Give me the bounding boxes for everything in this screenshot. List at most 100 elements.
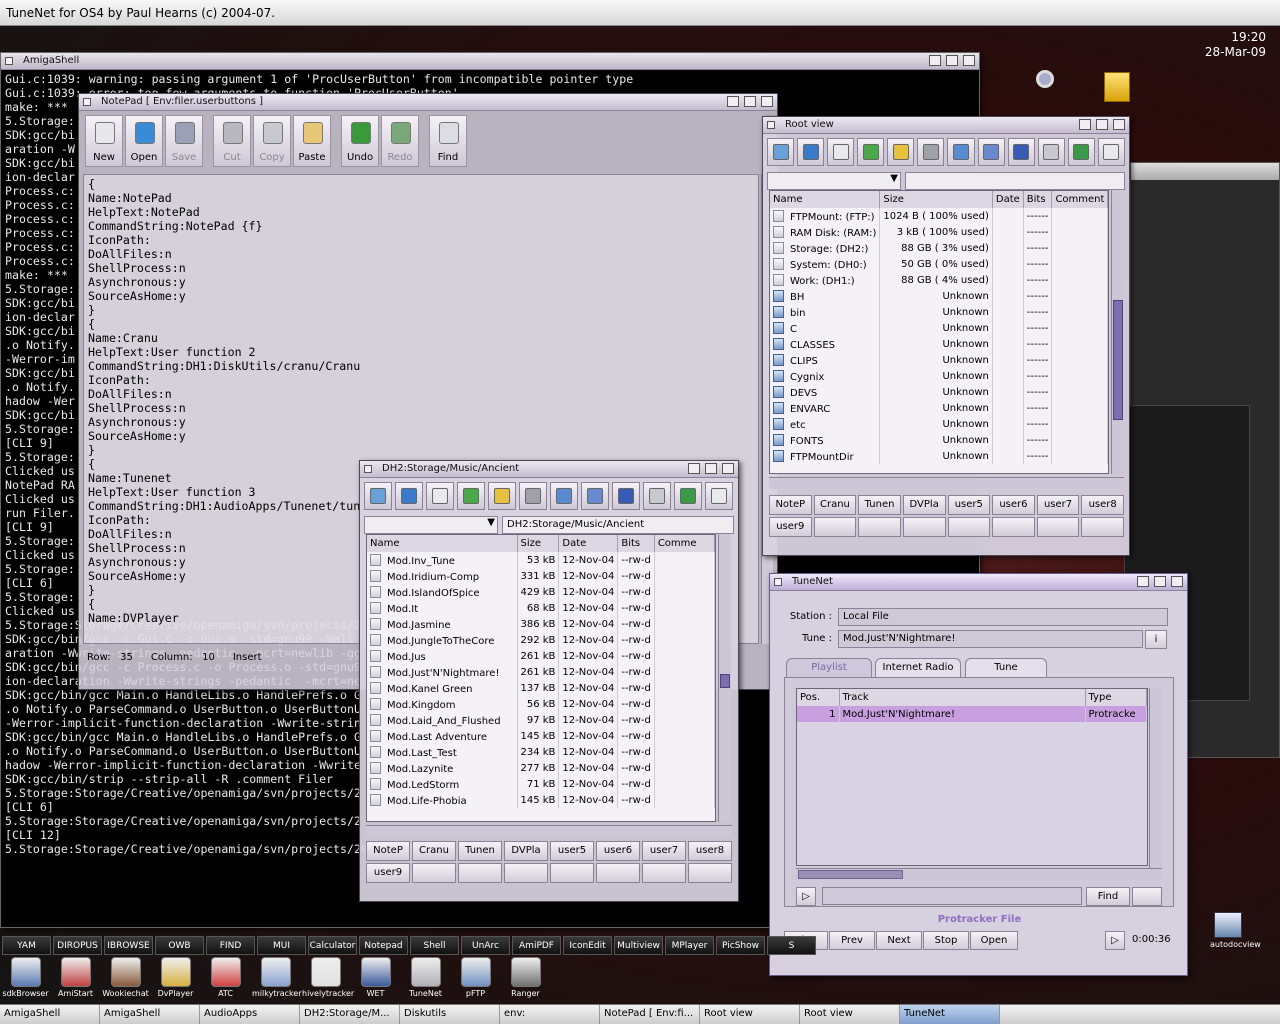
close-icon[interactable] bbox=[5, 57, 13, 65]
window-button[interactable] bbox=[977, 138, 1005, 166]
table-row[interactable]: Mod.JungleToTheCore 292 kB 12-Nov-04 --rw-d bbox=[367, 632, 715, 648]
new-drawer-button[interactable] bbox=[827, 138, 855, 166]
scroll-knob[interactable] bbox=[720, 674, 730, 688]
depth-icon[interactable] bbox=[1113, 119, 1125, 130]
taskbar-item[interactable]: Diskutils bbox=[400, 1005, 500, 1024]
user-button-user6[interactable]: user6 bbox=[992, 495, 1035, 515]
undo-button[interactable]: Undo bbox=[341, 115, 379, 167]
user-button-user7[interactable]: user7 bbox=[642, 841, 686, 861]
find-extra-button[interactable] bbox=[1132, 887, 1162, 906]
taskbar-item[interactable]: TuneNet bbox=[900, 1005, 1000, 1024]
music-folder-list[interactable]: Name Size Date Bits Comme Mod.Inv_Tune 53 kB 1… bbox=[366, 534, 716, 822]
dock-item-mplayer[interactable]: MPlayer bbox=[665, 936, 714, 955]
dock-item-find[interactable]: FIND bbox=[206, 936, 255, 955]
table-row[interactable]: FTPMount: (FTP:) 1024 B ( 100% used) -----… bbox=[770, 208, 1108, 224]
table-row[interactable]: Work: (DH1:) 88 GB ( 4% used) ------ bbox=[770, 272, 1108, 288]
copy-button[interactable]: Copy bbox=[253, 115, 291, 167]
dock-item-ibrowse[interactable]: IBROWSE bbox=[104, 936, 153, 955]
user-button-tunen[interactable]: Tunen bbox=[458, 841, 502, 861]
playlist-hscroll[interactable] bbox=[796, 868, 1162, 880]
dock-item-shell[interactable]: Shell bbox=[410, 936, 459, 955]
table-row[interactable]: etc Unknown ------ bbox=[770, 416, 1108, 432]
depth-icon[interactable] bbox=[1171, 576, 1183, 587]
table-row[interactable]: Mod.Just'N'Nightmare! 261 kB 12-Nov-04 --rw… bbox=[367, 664, 715, 680]
playlist-table[interactable]: Pos. Track Type 1 Mod.Just'N'Nightmare! Pr… bbox=[796, 688, 1148, 866]
new-drawer-button[interactable] bbox=[426, 482, 454, 510]
dock-item-unarc[interactable]: UnArc bbox=[461, 936, 510, 955]
user-button-user7[interactable]: user7 bbox=[1036, 495, 1080, 515]
scroll-knob[interactable] bbox=[1113, 300, 1123, 420]
parent-button[interactable] bbox=[364, 482, 392, 510]
zoom-icon[interactable] bbox=[946, 55, 958, 66]
playlist-row[interactable]: 1 Mod.Just'N'Nightmare! Protracke bbox=[797, 706, 1147, 722]
play-small-button[interactable]: ▷ bbox=[796, 887, 816, 906]
col-comme[interactable]: Comme bbox=[654, 535, 715, 552]
history-dropdown[interactable] bbox=[364, 516, 498, 534]
table-row[interactable]: Mod.It 68 kB 12-Nov-04 --rw-d bbox=[367, 600, 715, 616]
hash-button[interactable] bbox=[1097, 138, 1125, 166]
table-row[interactable]: Mod.IslandOfSpice 429 kB 12-Nov-04 --rw-d bbox=[367, 584, 715, 600]
zoom-icon[interactable] bbox=[1154, 576, 1166, 587]
col-bits[interactable]: Bits bbox=[1023, 191, 1053, 208]
dock-app-wet[interactable]: WET bbox=[352, 956, 399, 1000]
taskbar-item[interactable]: Root view bbox=[700, 1005, 800, 1024]
root-button[interactable] bbox=[797, 138, 825, 166]
taskbar-item[interactable]: NotePad [ Env:fi... bbox=[600, 1005, 700, 1024]
user-button-empty[interactable] bbox=[902, 517, 946, 537]
iconify-icon[interactable] bbox=[688, 463, 700, 474]
root-button[interactable] bbox=[395, 482, 423, 510]
user-button-empty[interactable] bbox=[550, 863, 594, 883]
root-view-list[interactable]: Name Size Date Bits Comment FTPMount: (FTP:)… bbox=[769, 190, 1109, 474]
taskbar-item[interactable]: Root view bbox=[800, 1005, 900, 1024]
select-button[interactable] bbox=[488, 482, 516, 510]
user-button-notep[interactable]: NoteP bbox=[366, 841, 410, 861]
zoom-icon[interactable] bbox=[1096, 119, 1108, 130]
dock-app-hivelytracker[interactable]: hivelytracker bbox=[302, 956, 354, 1000]
dock-item-amipdf[interactable]: AmiPDF bbox=[512, 936, 561, 955]
root-view-hscroll[interactable] bbox=[769, 477, 1124, 489]
shell-title-bar[interactable]: AmigaShell bbox=[1, 53, 979, 70]
dock-item-yam[interactable]: YAM bbox=[2, 936, 51, 955]
user-button-user8[interactable]: user8 bbox=[688, 841, 732, 861]
dock-item-calculator[interactable]: Calculator bbox=[308, 936, 357, 955]
copy-button[interactable] bbox=[947, 138, 975, 166]
user-button-cranu[interactable]: Cranu bbox=[813, 495, 857, 515]
select-button[interactable] bbox=[887, 138, 915, 166]
taskbar-item[interactable]: AudioApps bbox=[200, 1005, 300, 1024]
save-button[interactable]: Save bbox=[165, 115, 203, 167]
user-button-user9[interactable]: user9 bbox=[769, 517, 812, 537]
table-row[interactable]: DEVS Unknown ------ bbox=[770, 384, 1108, 400]
depth-icon[interactable] bbox=[722, 463, 734, 474]
root-view-title-bar[interactable]: Root view bbox=[763, 117, 1129, 134]
user-button-empty[interactable] bbox=[412, 863, 456, 883]
depth-icon[interactable] bbox=[761, 96, 773, 107]
tab-playlist[interactable]: Playlist bbox=[786, 658, 872, 677]
playlist-vscroll[interactable] bbox=[1149, 688, 1162, 878]
search-button[interactable] bbox=[1037, 138, 1065, 166]
col-type[interactable]: Type bbox=[1085, 689, 1147, 706]
table-row[interactable]: Mod.Life-Phobia 145 kB 12-Nov-04 --rw-d bbox=[367, 792, 715, 808]
root-view-vscroll[interactable] bbox=[1111, 190, 1124, 474]
dock-item-notepad[interactable]: Notepad bbox=[359, 936, 408, 955]
table-row[interactable]: Mod.Kingdom 56 kB 12-Nov-04 --rw-d bbox=[367, 696, 715, 712]
user-button-dvpla[interactable]: DVPla bbox=[504, 841, 548, 861]
search-field[interactable] bbox=[822, 887, 1082, 905]
desktop-icon-folder[interactable] bbox=[1094, 66, 1134, 106]
zoom-icon[interactable] bbox=[744, 96, 756, 107]
table-row[interactable]: Mod.Iridium-Comp 331 kB 12-Nov-04 --rw-d bbox=[367, 568, 715, 584]
user-button-user6[interactable]: user6 bbox=[596, 841, 640, 861]
window-button[interactable] bbox=[581, 482, 609, 510]
paste-button[interactable]: Paste bbox=[293, 115, 331, 167]
tune-field[interactable]: Mod.Just'N'Nightmare! bbox=[838, 630, 1143, 648]
delete-button[interactable] bbox=[917, 138, 945, 166]
refresh-button[interactable] bbox=[457, 482, 485, 510]
user-button-notep[interactable]: NoteP bbox=[769, 495, 812, 515]
table-row[interactable]: FTPMountDir Unknown ------ bbox=[770, 448, 1108, 464]
table-row[interactable]: ENVARC Unknown ------ bbox=[770, 400, 1108, 416]
tab-tune[interactable]: Tune bbox=[965, 658, 1047, 677]
close-icon[interactable] bbox=[364, 465, 372, 473]
table-row[interactable]: Mod.Kanel Green 137 kB 12-Nov-04 --rw-d bbox=[367, 680, 715, 696]
user-button-empty[interactable] bbox=[642, 863, 686, 883]
path-field[interactable] bbox=[905, 172, 1125, 190]
table-row[interactable]: Mod.Laid_And_Flushed 97 kB 12-Nov-04 --rw-d bbox=[367, 712, 715, 728]
